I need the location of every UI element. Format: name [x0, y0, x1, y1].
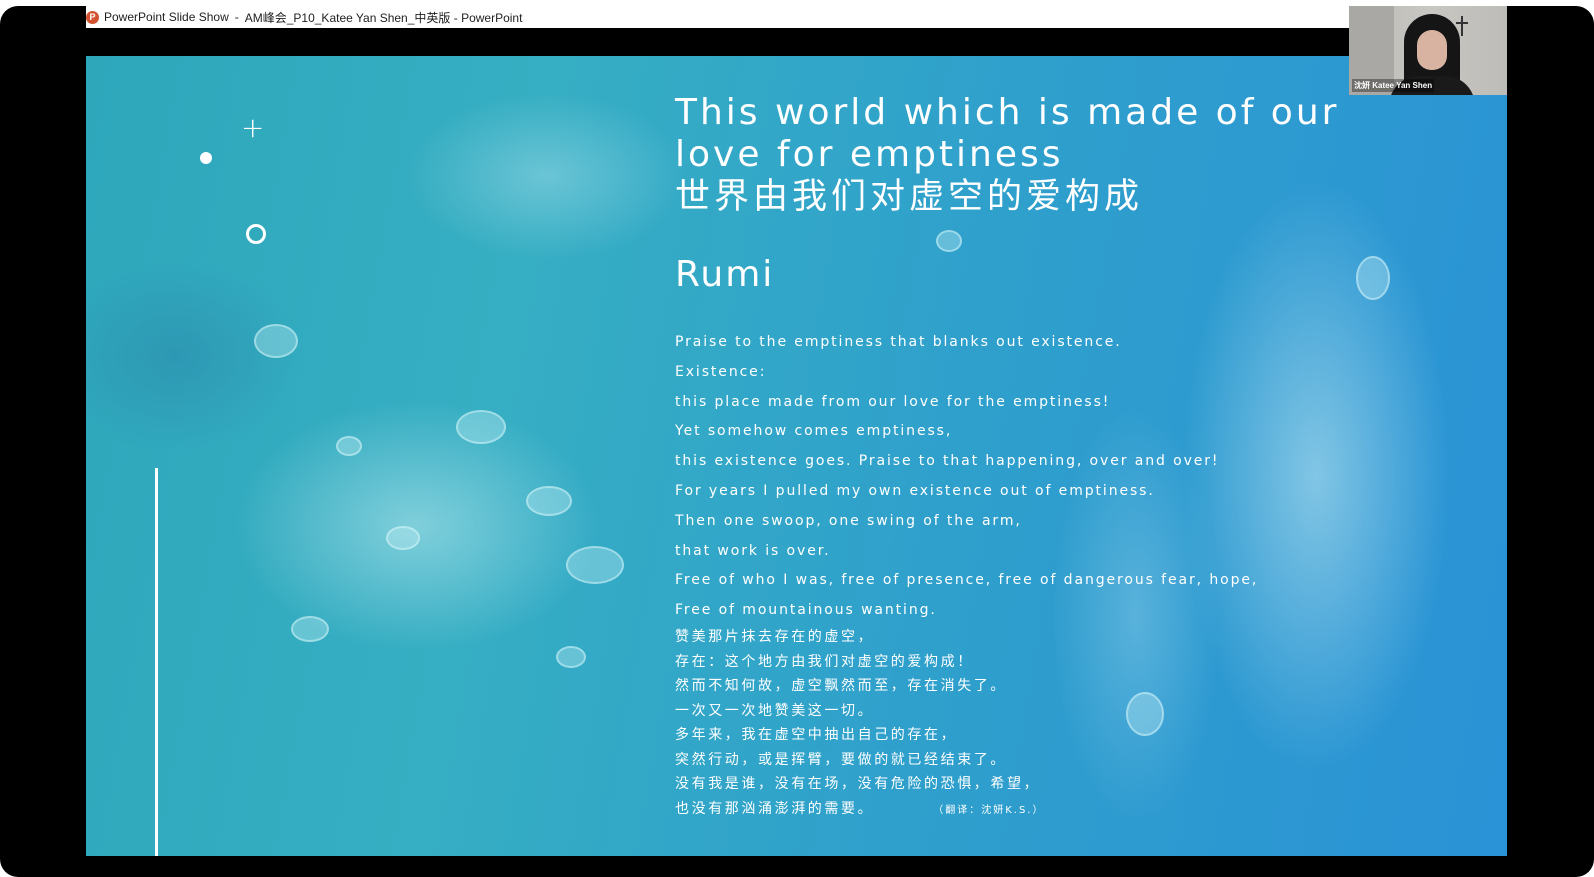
poem-line: Existence: [675, 363, 767, 380]
paint-blob [386, 526, 420, 550]
ring-icon [246, 224, 266, 244]
title-separator: - [234, 10, 239, 24]
participant-face [1417, 30, 1447, 70]
paint-blob [336, 436, 362, 456]
poem-line: 存在：这个地方由我们对虚空的爱构成！ [675, 653, 974, 670]
paint-blob [1356, 256, 1390, 300]
paint-blob [456, 410, 506, 444]
vertical-accent-line [155, 468, 158, 856]
participant-name-label: 沈妍 Katee Yan Shen [1352, 79, 1435, 92]
translation-credit: （翻译：沈妍K.S.） [938, 804, 1045, 816]
poem-english: Praise to the emptiness that blanks out … [675, 332, 1258, 630]
slide-title-chinese: 世界由我们对虚空的爱构成 [675, 177, 1144, 217]
wall-cross [1456, 22, 1468, 24]
poem-line: 一次又一次地赞美这一切。 [675, 702, 875, 719]
poem-line: this existence goes. Praise to that happ… [675, 453, 1220, 470]
paint-blob [566, 546, 624, 584]
poem-author: Rumi [675, 254, 775, 295]
poem-line: Free of who I was, free of presence, fre… [675, 572, 1259, 589]
wall-cross [1461, 16, 1463, 36]
paint-blob [526, 486, 572, 516]
app-name: PowerPoint Slide Show [104, 10, 229, 24]
poem-line: 没有我是谁，没有在场，没有危险的恐惧，希望， [675, 776, 1041, 792]
poem-line: Yet somehow comes emptiness, [675, 423, 953, 440]
poem-line: Praise to the emptiness that blanks out … [675, 334, 1122, 350]
paint-blob [291, 616, 329, 642]
poem-line: 突然行动，或是挥臂，要做的就已经结束了。 [675, 751, 1007, 768]
paint-blob [254, 324, 298, 358]
poem-line: that work is over. [675, 542, 831, 559]
poem-line: For years I pulled my own existence out … [675, 482, 1155, 499]
participant-video-tile[interactable]: 沈妍 Katee Yan Shen [1349, 6, 1507, 95]
slide-title-english: This world which is made of our love for… [675, 92, 1340, 175]
document-title: AM峰会_P10_Katee Yan Shen_中英版 - PowerPoint [244, 10, 523, 25]
window-titlebar[interactable]: P PowerPoint Slide Show - AM峰会_P10_Katee… [86, 6, 1350, 28]
plus-icon: + [241, 111, 265, 144]
poem-line: 也没有那汹涌澎湃的需要。 （翻译：沈妍K.S.） [675, 799, 1044, 824]
poem-line: Free of mountainous wanting. [675, 602, 937, 619]
poem-line: 然而不知何故，虚空飘然而至，存在消失了。 [675, 678, 1007, 694]
poem-line: 多年来，我在虚空中抽出自己的存在， [675, 727, 958, 743]
poem-line: this place made from our love for the em… [675, 393, 1111, 410]
paint-blob [1126, 692, 1164, 736]
poem-line: Then one swoop, one swing of the arm, [675, 512, 1022, 529]
paint-blob [936, 230, 962, 252]
paint-blob [556, 646, 586, 668]
poem-last-line: 也没有那汹涌澎湃的需要。 [675, 800, 875, 817]
dot-icon [200, 152, 212, 164]
slide-canvas[interactable]: + This world which is made of our love f… [86, 56, 1507, 856]
poem-chinese: 赞美那片抹去存在的虚空， 存在：这个地方由我们对虚空的爱构成！ 然而不知何故，虚… [675, 627, 1044, 823]
powerpoint-icon: P [86, 10, 99, 24]
poem-line: 赞美那片抹去存在的虚空， [675, 629, 875, 645]
